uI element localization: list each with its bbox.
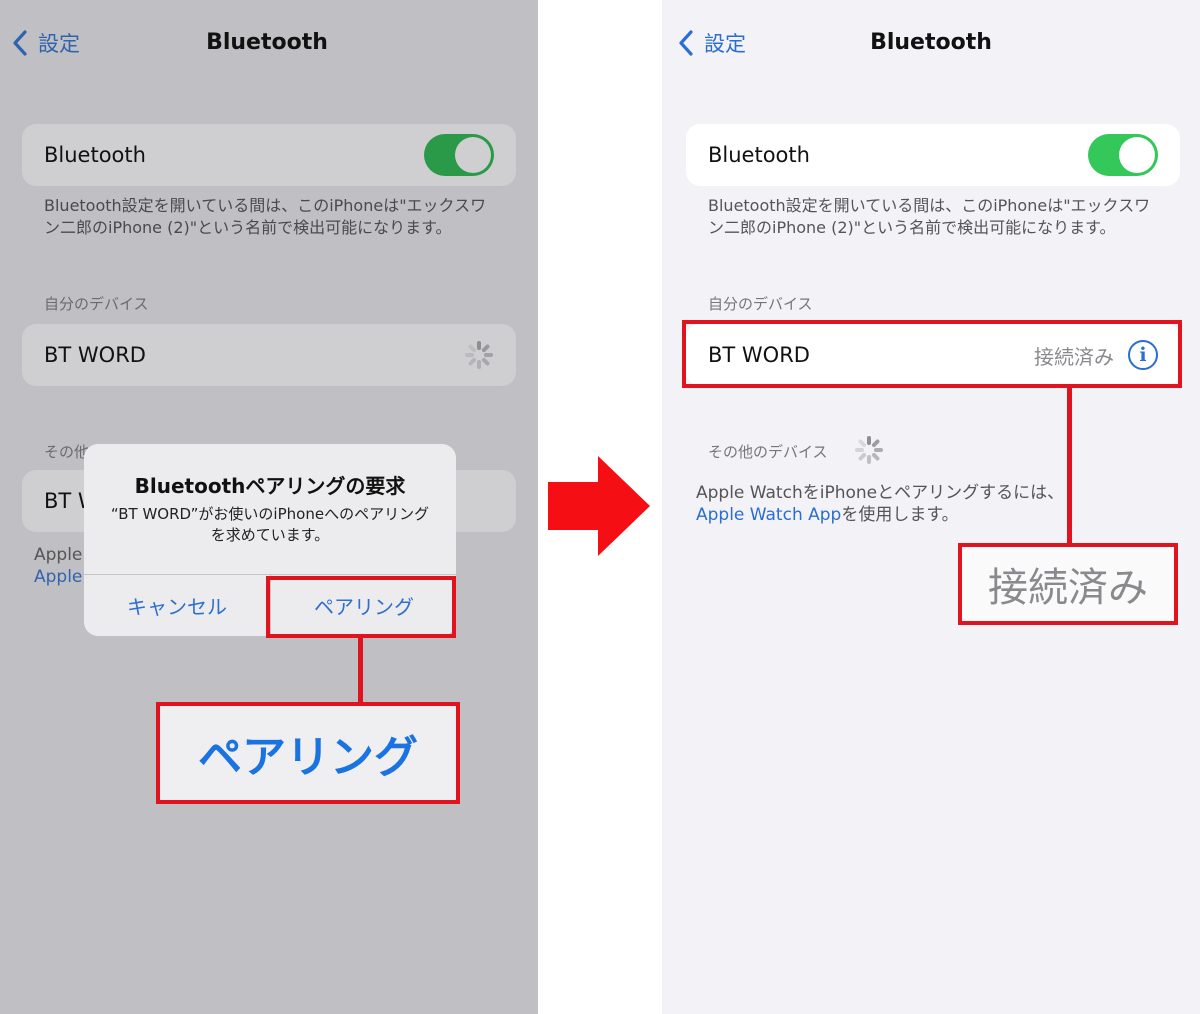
device-name: BT WORD [44, 343, 146, 367]
loading-spinner-icon [854, 435, 884, 465]
other-devices-header: その他のデバイス [708, 443, 828, 461]
apple-note-text: Apple [34, 545, 83, 565]
dialog-message: “BT WORD”がお使いのiPhoneへのペアリングを求めています。 [110, 505, 430, 544]
bluetooth-toggle-label: Bluetooth [44, 143, 146, 167]
discoverable-note: Bluetooth設定を開いている間は、このiPhoneは"エックスワン二郎のi… [44, 196, 487, 237]
discoverable-note: Bluetooth設定を開いている間は、このiPhoneは"エックスワン二郎のi… [708, 196, 1151, 237]
apple-note-text: Apple WatchをiPhoneとペアリングするには、 [696, 483, 1065, 503]
page-title: Bluetooth [870, 30, 992, 55]
bluetooth-toggle-label: Bluetooth [708, 143, 810, 167]
bluetooth-toggle[interactable] [1088, 134, 1158, 176]
loading-spinner-icon [464, 340, 494, 370]
toggle-knob [455, 137, 491, 173]
bluetooth-toggle[interactable] [424, 134, 494, 176]
my-devices-header: 自分のデバイス [44, 295, 149, 313]
toggle-knob [1119, 137, 1155, 173]
right-screen-after-pairing: 設定 Bluetooth Bluetooth Bluetooth設定を開いている… [662, 0, 1200, 1014]
apple-watch-app-link[interactable]: Apple [34, 566, 82, 588]
apple-note-suffix: を使用します。 [841, 505, 959, 525]
cancel-button[interactable]: キャンセル [84, 575, 270, 636]
pair-button-highlight [266, 576, 456, 638]
callout-connector-line [358, 638, 363, 704]
connected-callout: 接続済み [958, 543, 1178, 625]
arrow-right-icon [548, 456, 650, 556]
callout-connector-line [1067, 388, 1072, 544]
my-devices-header: 自分のデバイス [708, 295, 813, 313]
bluetooth-toggle-row: Bluetooth [22, 124, 516, 186]
apple-watch-app-link[interactable]: Apple Watch App [696, 505, 841, 525]
left-screen-before-pairing: 設定 Bluetooth Bluetooth Bluetooth設定を開いている… [0, 0, 538, 1014]
apple-watch-note: Apple WatchをiPhoneとペアリングするには、 Apple Watc… [696, 482, 1064, 526]
dialog-title: Bluetoothペアリングの要求 [134, 474, 406, 498]
bluetooth-toggle-row: Bluetooth [686, 124, 1180, 186]
page-title: Bluetooth [206, 30, 328, 55]
pair-callout: ペアリング [156, 702, 460, 804]
device-row-bt-word[interactable]: BT WORD [22, 324, 516, 386]
apple-watch-note: Apple Apple [34, 544, 82, 588]
device-row-highlight [682, 320, 1182, 388]
